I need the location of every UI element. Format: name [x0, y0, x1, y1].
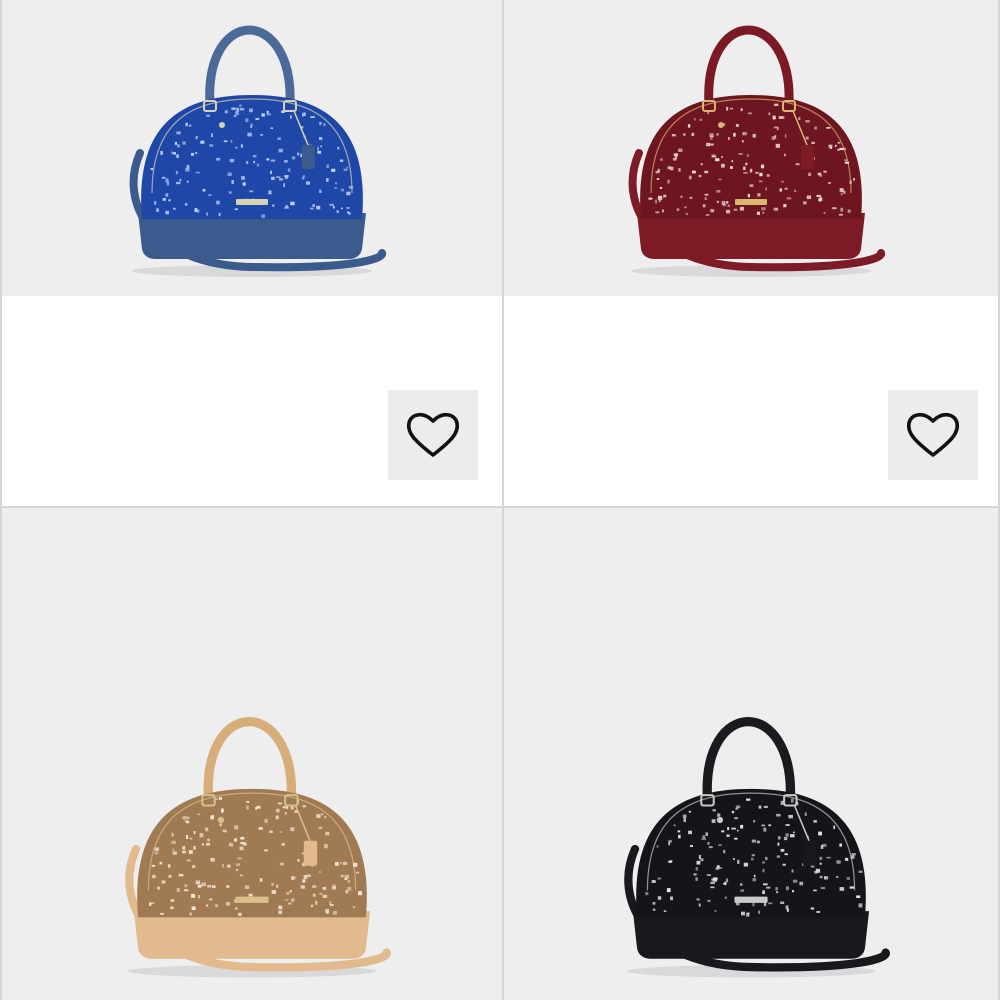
product-card[interactable] [0, 508, 504, 1000]
handbag-image [129, 25, 386, 277]
product-image[interactable] [504, 0, 998, 296]
product-card[interactable] [504, 508, 1000, 1000]
handbag-image [125, 716, 391, 978]
handbag-image [624, 716, 890, 978]
product-image[interactable] [504, 508, 998, 1000]
product-grid [0, 0, 1000, 1000]
heart-outline-icon [906, 413, 960, 457]
favorite-button[interactable] [388, 390, 478, 480]
product-card[interactable] [0, 0, 504, 508]
product-image[interactable] [2, 0, 502, 296]
favorite-button[interactable] [888, 390, 978, 480]
heart-outline-icon [406, 413, 460, 457]
handbag-image [628, 25, 885, 277]
product-card[interactable] [504, 0, 1000, 508]
product-image[interactable] [2, 508, 502, 1000]
